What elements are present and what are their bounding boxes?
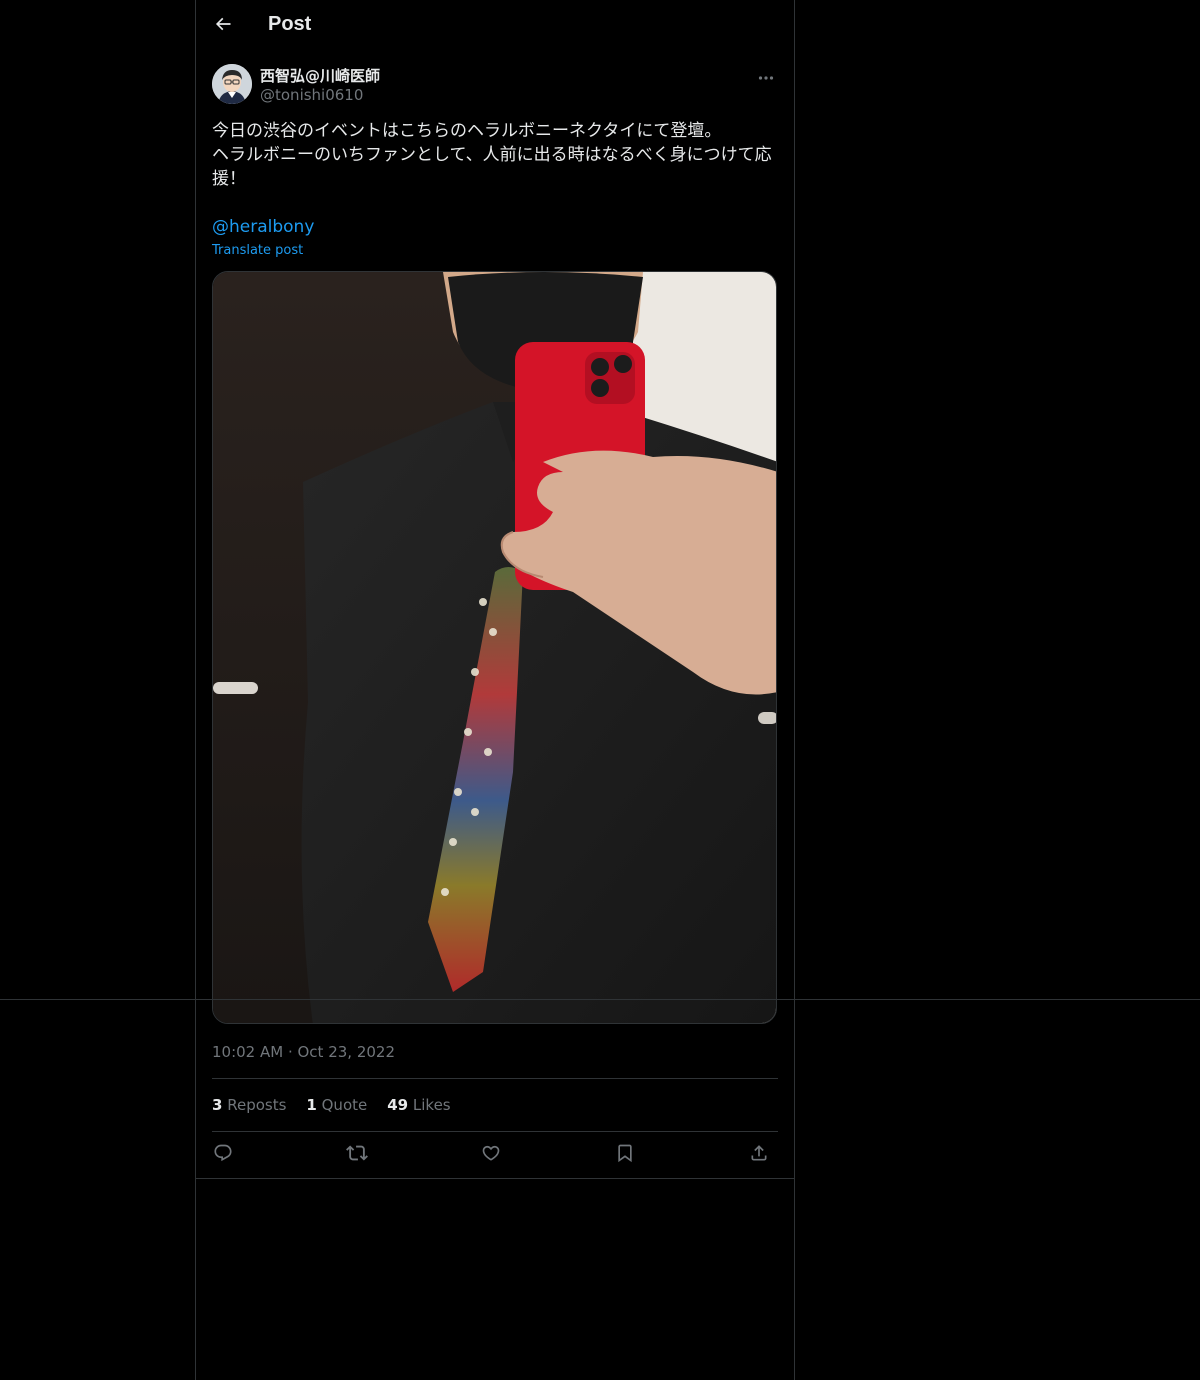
arrow-left-icon (213, 14, 233, 38)
quotes-count: 1 (306, 1096, 317, 1114)
reply-icon (213, 1143, 233, 1167)
share-icon (749, 1143, 769, 1167)
action-bar (212, 1142, 778, 1168)
bookmark-button[interactable] (612, 1142, 638, 1168)
translate-post-link[interactable]: Translate post (212, 243, 303, 258)
page-title: Post (268, 13, 312, 35)
mention-link[interactable]: @heralbony (212, 215, 314, 239)
top-bar: Post (196, 0, 794, 53)
main-column: Post 西智弘@川崎医師 @tonishi0610 今日の渋谷のイベントはこち… (195, 0, 795, 1380)
tweet-photo[interactable] (212, 271, 777, 1024)
tweet-text-line: 今日の渋谷のイベントはこちらのヘラルボニーネクタイにて登壇。 (212, 121, 722, 141)
user-handle[interactable]: @tonishi0610 (260, 86, 363, 104)
tweet-author: 西智弘@川崎医師 @tonishi0610 (212, 64, 778, 108)
post-timestamp[interactable]: 10:02 AM · Oct 23, 2022 (212, 1043, 395, 1061)
page: Post 西智弘@川崎医師 @tonishi0610 今日の渋谷のイベントはこち… (0, 0, 1200, 1380)
tweet-text: 今日の渋谷のイベントはこちらのヘラルボニーネクタイにて登壇。 ヘラルボニーのいち… (212, 119, 778, 191)
engagement-stats: 3 Reposts 1 Quote 49 Likes (212, 1096, 451, 1116)
likes-stat[interactable]: 49 Likes (387, 1096, 450, 1116)
more-dots-icon (758, 66, 774, 85)
back-button[interactable] (206, 9, 240, 43)
tweet-text-line: 援！ (212, 169, 246, 189)
display-name[interactable]: 西智弘@川崎医師 (260, 65, 380, 86)
share-button[interactable] (746, 1142, 772, 1168)
reposts-count: 3 (212, 1096, 223, 1114)
avatar[interactable] (212, 64, 252, 104)
like-button[interactable] (478, 1142, 504, 1168)
likes-label: Likes (412, 1096, 451, 1114)
quotes-stat[interactable]: 1 Quote (306, 1096, 367, 1116)
bookmark-icon (615, 1143, 635, 1167)
repost-button[interactable] (344, 1142, 370, 1168)
quotes-label: Quote (321, 1096, 368, 1114)
likes-count: 49 (387, 1096, 409, 1114)
more-options-button[interactable] (754, 64, 778, 86)
like-icon (481, 1143, 501, 1167)
divider (212, 1131, 778, 1132)
divider (196, 1178, 794, 1179)
tweet-text-line: ヘラルボニーのいちファンとして、人前に出る時はなるべく身につけて応 (212, 145, 772, 165)
reposts-stat[interactable]: 3 Reposts (212, 1096, 286, 1116)
reposts-label: Reposts (227, 1096, 287, 1114)
reply-button[interactable] (210, 1142, 236, 1168)
divider (212, 1078, 778, 1079)
repost-icon (346, 1142, 368, 1168)
